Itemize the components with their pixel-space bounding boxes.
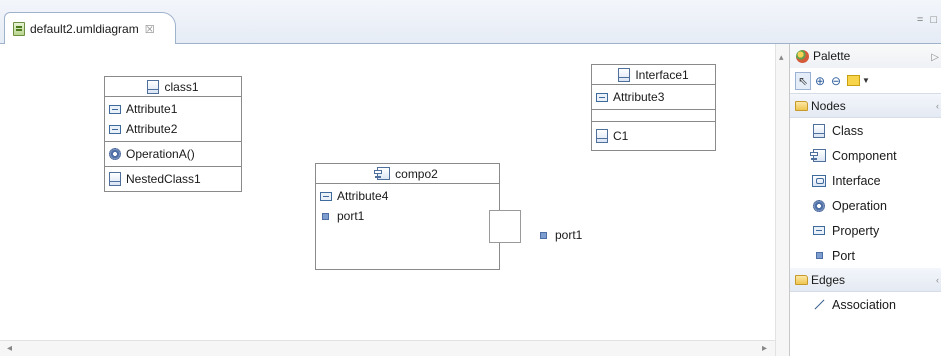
port-row[interactable]: port1 [316, 206, 499, 226]
palette-toolbar: ⇖ ⊕ ⊖ ▼ [790, 68, 941, 94]
window-controls[interactable]: = □ [917, 14, 939, 26]
port1-node[interactable]: port1 [540, 228, 582, 242]
palette-item-label: Class [832, 123, 864, 138]
compo2-name: compo2 [395, 166, 438, 181]
edges-drawer[interactable]: Edges ‹ [790, 268, 941, 292]
edges-drawer-label: Edges [811, 272, 846, 287]
class1-attributes-compartment: Attribute1 Attribute2 [105, 97, 241, 142]
palette-header[interactable]: Palette ▷ [790, 44, 941, 68]
attribute-row[interactable]: Attribute4 [316, 186, 499, 206]
palette-icon [796, 49, 809, 63]
port-icon [540, 231, 547, 239]
property-icon [813, 226, 825, 235]
nested-class-label: C1 [613, 129, 629, 143]
compo2-body: Attribute4 port1 [316, 184, 499, 226]
port-label: port1 [337, 209, 365, 223]
folder-open-icon [795, 100, 808, 111]
class-icon [596, 129, 608, 143]
scroll-left-icon[interactable]: ◂ [7, 343, 12, 354]
palette-item-component[interactable]: Component [790, 143, 941, 168]
palette-item-interface[interactable]: Interface [790, 168, 941, 193]
palette-item-property[interactable]: Property [790, 218, 941, 243]
interface1-node[interactable]: Interface1 Attribute3 C1 [591, 64, 716, 151]
nodes-drawer-label: Nodes [811, 98, 846, 113]
vertical-scrollbar[interactable]: ▴ [775, 44, 789, 356]
compo2-node[interactable]: compo2 Attribute4 port1 [315, 163, 500, 270]
property-icon [320, 191, 332, 201]
component-icon [374, 167, 391, 180]
class1-nested-compartment: NestedClass1 [105, 167, 241, 191]
editor-tab-default2[interactable]: default2.umldiagram ☒ [4, 12, 176, 45]
interface1-name: Interface1 [635, 67, 689, 82]
palette-item-label: Association [832, 297, 896, 312]
class-icon [618, 67, 631, 82]
folder-open-icon [795, 274, 808, 285]
component-icon [809, 149, 826, 162]
class1-name: class1 [164, 79, 199, 94]
property-icon [109, 124, 121, 134]
operation-row[interactable]: OperationA() [105, 144, 241, 164]
diagram-canvas[interactable]: class1 Attribute1 Attribute2 OperationA(… [0, 44, 775, 340]
attribute-label: Attribute4 [337, 189, 389, 203]
compo2-header[interactable]: compo2 [316, 164, 499, 184]
nested-class-row[interactable]: C1 [592, 124, 715, 148]
zoom-out-icon[interactable]: ⊖ [829, 73, 843, 89]
scroll-right-icon[interactable]: ▸ [762, 343, 767, 354]
palette-item-operation[interactable]: Operation [790, 193, 941, 218]
property-icon [109, 104, 121, 114]
attribute-label: Attribute3 [613, 90, 665, 104]
palette-item-association[interactable]: Association [790, 292, 941, 317]
close-tab-icon[interactable]: ☒ [145, 23, 155, 36]
nodes-drawer[interactable]: Nodes ‹ [790, 94, 941, 118]
interface1-attributes-compartment: Attribute3 [592, 85, 715, 110]
horizontal-scrollbar[interactable]: ◂ ▸ [0, 340, 775, 356]
class-icon [813, 123, 825, 138]
nested-class-row[interactable]: NestedClass1 [105, 169, 241, 189]
class-icon [147, 79, 160, 94]
operation-label: OperationA() [126, 147, 195, 161]
port-icon [322, 212, 329, 220]
palette-item-label: Interface [832, 173, 881, 188]
interface1-header[interactable]: Interface1 [592, 65, 715, 85]
compo2-border-port[interactable] [489, 210, 521, 243]
select-arrow-icon[interactable]: ⇖ [795, 71, 811, 90]
editor-tab-bar: default2.umldiagram ☒ = □ [0, 0, 941, 45]
class1-header[interactable]: class1 [105, 77, 241, 97]
operation-icon [813, 199, 825, 212]
class1-node[interactable]: class1 Attribute1 Attribute2 OperationA(… [104, 76, 242, 192]
attribute-row[interactable]: Attribute1 [105, 99, 241, 119]
palette-item-label: Port [832, 248, 855, 263]
class-icon [109, 172, 121, 186]
port-icon [815, 252, 823, 259]
attribute-label: Attribute1 [126, 102, 178, 116]
palette-panel: Palette ▷ ⇖ ⊕ ⊖ ▼ Nodes ‹ Class Componen… [789, 44, 941, 356]
zoom-in-icon[interactable]: ⊕ [813, 73, 827, 89]
palette-item-label: Property [832, 223, 880, 238]
palette-item-class[interactable]: Class [790, 118, 941, 143]
attribute-row[interactable]: Attribute2 [105, 119, 241, 139]
palette-title: Palette [813, 49, 851, 63]
palette-collapse-icon[interactable]: ▷ [931, 52, 939, 63]
palette-item-label: Component [832, 148, 897, 163]
nested-class-label: NestedClass1 [126, 172, 201, 186]
note-icon[interactable] [847, 75, 860, 86]
operation-icon [109, 148, 121, 160]
palette-item-label: Operation [832, 198, 887, 213]
interface1-nested-compartment: C1 [592, 122, 715, 150]
attribute-label: Attribute2 [126, 122, 178, 136]
chevron-down-icon[interactable]: ▼ [862, 76, 870, 85]
port1-label: port1 [555, 228, 583, 242]
scroll-up-icon[interactable]: ▴ [779, 52, 784, 63]
attribute-row[interactable]: Attribute3 [592, 87, 715, 107]
drawer-collapse-icon[interactable]: ‹ [936, 275, 939, 285]
drawer-collapse-icon[interactable]: ‹ [936, 101, 939, 111]
interface-icon [812, 174, 826, 187]
interface1-operations-compartment [592, 110, 715, 122]
class1-operations-compartment: OperationA() [105, 142, 241, 167]
diagram-file-icon [13, 22, 25, 36]
association-icon [814, 299, 824, 310]
property-icon [596, 92, 608, 102]
editor-tab-title: default2.umldiagram [30, 22, 139, 36]
palette-item-port[interactable]: Port [790, 243, 941, 268]
